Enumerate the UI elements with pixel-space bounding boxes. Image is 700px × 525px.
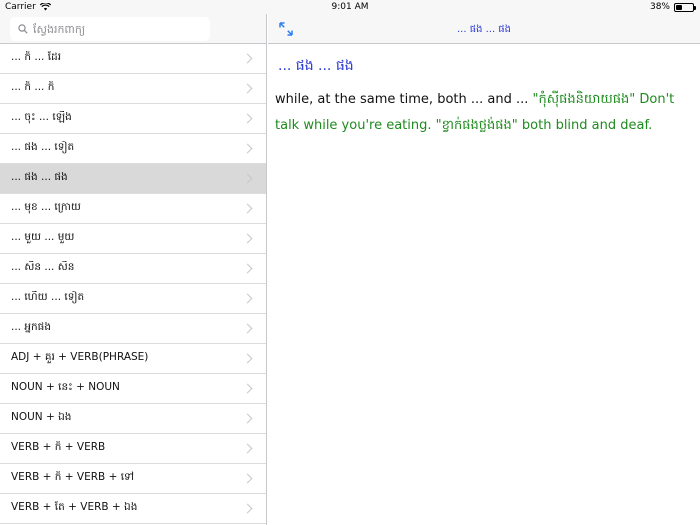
- list-item-label: ... សិន ... សិន: [11, 261, 75, 273]
- list-item[interactable]: ADJ + គួរ + VERB(PHRASE): [0, 344, 266, 374]
- list-item[interactable]: ... ផង ... ផង: [0, 164, 266, 194]
- chevron-right-icon: [242, 83, 253, 94]
- chevron-right-icon: [242, 413, 253, 424]
- chevron-right-icon: [242, 443, 253, 454]
- chevron-right-icon: [242, 323, 253, 334]
- list-item[interactable]: NOUN + នេះ + NOUN: [0, 374, 266, 404]
- list-item-label: ... ហើយ ... ទៀត: [11, 291, 85, 303]
- battery-icon: [674, 2, 696, 12]
- list-item[interactable]: VERB + ក៏ + VERB: [0, 434, 266, 464]
- status-time: 9:01 AM: [331, 2, 369, 12]
- search-field[interactable]: [10, 17, 210, 41]
- sidebar: ... ក៏ ... ដែរ ... ក៏ ... ក៏ ... ចុះ ... ឡ…: [0, 14, 267, 525]
- list-item-label: VERB + ក៏ + VERB + ទៅ: [11, 471, 135, 483]
- chevron-right-icon: [242, 143, 253, 154]
- list-item[interactable]: VERB + តែ + VERB + ឯង: [0, 494, 266, 524]
- list-item[interactable]: ... ចុះ ... ឡើង: [0, 104, 266, 134]
- battery-percent: 38%: [649, 2, 670, 12]
- list-item[interactable]: ... ផង ... ទៀត: [0, 134, 266, 164]
- list-item-label: ... ផង ... ទៀត: [11, 141, 75, 153]
- list-item-label: VERB + ក៏ + VERB: [11, 441, 106, 453]
- list-item[interactable]: ... សិន ... សិន: [0, 254, 266, 284]
- chevron-right-icon: [242, 113, 253, 124]
- chevron-right-icon: [242, 203, 253, 214]
- list-item-label: ... មុខ ... ក្រោយ: [11, 201, 81, 213]
- list-item-label: ... ក៏ ... ក៏: [11, 81, 55, 93]
- list-item-label: ... ផង ... ផង: [11, 171, 68, 183]
- list-item-label: ADJ + គួរ + VERB(PHRASE): [11, 351, 149, 363]
- chevron-right-icon: [242, 233, 253, 244]
- list-item[interactable]: ... អ្នកផង: [0, 314, 266, 344]
- list-item[interactable]: VERB + ក៏ + VERB + ទៅ: [0, 464, 266, 494]
- entry-body: while, at the same time, both ... and ..…: [275, 87, 690, 139]
- list-item-label: ... ក៏ ... ដែរ: [11, 51, 62, 63]
- chevron-right-icon: [242, 353, 253, 364]
- nav-title: ... ផង ... ផង: [457, 24, 511, 35]
- detail-nav-bar: ... ផង ... ផង: [268, 14, 700, 44]
- search-input[interactable]: [33, 22, 193, 36]
- status-right: 38%: [649, 2, 696, 12]
- search-icon: [18, 24, 28, 34]
- list-item-label: NOUN + ឯង: [11, 411, 72, 423]
- chevron-right-icon: [242, 263, 253, 274]
- list-item-label: ... អ្នកផង: [11, 321, 52, 333]
- list-item-label: VERB + តែ + VERB + ឯង: [11, 501, 138, 513]
- list-item[interactable]: ... មុខ ... ក្រោយ: [0, 194, 266, 224]
- chevron-right-icon: [242, 53, 253, 64]
- list-item[interactable]: ... ក៏ ... ដែរ: [0, 44, 266, 74]
- list-item[interactable]: NOUN + ឯង: [0, 404, 266, 434]
- chevron-right-icon: [242, 383, 253, 394]
- list-item-label: NOUN + នេះ + NOUN: [11, 381, 120, 393]
- list-item[interactable]: ... ក៏ ... ក៏: [0, 74, 266, 104]
- example-2: "ខ្វាក់ផងថ្លង់ផង" both blind and deaf.: [435, 118, 653, 133]
- chevron-right-icon: [242, 473, 253, 484]
- battery-level: [676, 4, 683, 10]
- list-item-label: ... ចុះ ... ឡើង: [11, 111, 72, 123]
- pattern-list: ... ក៏ ... ដែរ ... ក៏ ... ក៏ ... ចុះ ... ឡ…: [0, 44, 266, 524]
- chevron-right-icon: [242, 173, 253, 184]
- definition: while, at the same time, both ... and ..…: [275, 92, 529, 107]
- status-bar: Carrier 9:01 AM 38%: [0, 0, 700, 14]
- list-item-label: ... មួយ ... មួយ: [11, 231, 75, 243]
- chevron-right-icon: [242, 503, 253, 514]
- list-item[interactable]: ... ហើយ ... ទៀត: [0, 284, 266, 314]
- search-bar: [0, 14, 266, 44]
- chevron-right-icon: [242, 293, 253, 304]
- list-item[interactable]: ... មួយ ... មួយ: [0, 224, 266, 254]
- headword: ... ផង ... ផង: [278, 58, 354, 74]
- entry-content: ... ផង ... ផង while, at the same time, b…: [268, 44, 700, 139]
- detail-pane: ... ផង ... ផង ... ផង ... ផង while, at th…: [268, 14, 700, 525]
